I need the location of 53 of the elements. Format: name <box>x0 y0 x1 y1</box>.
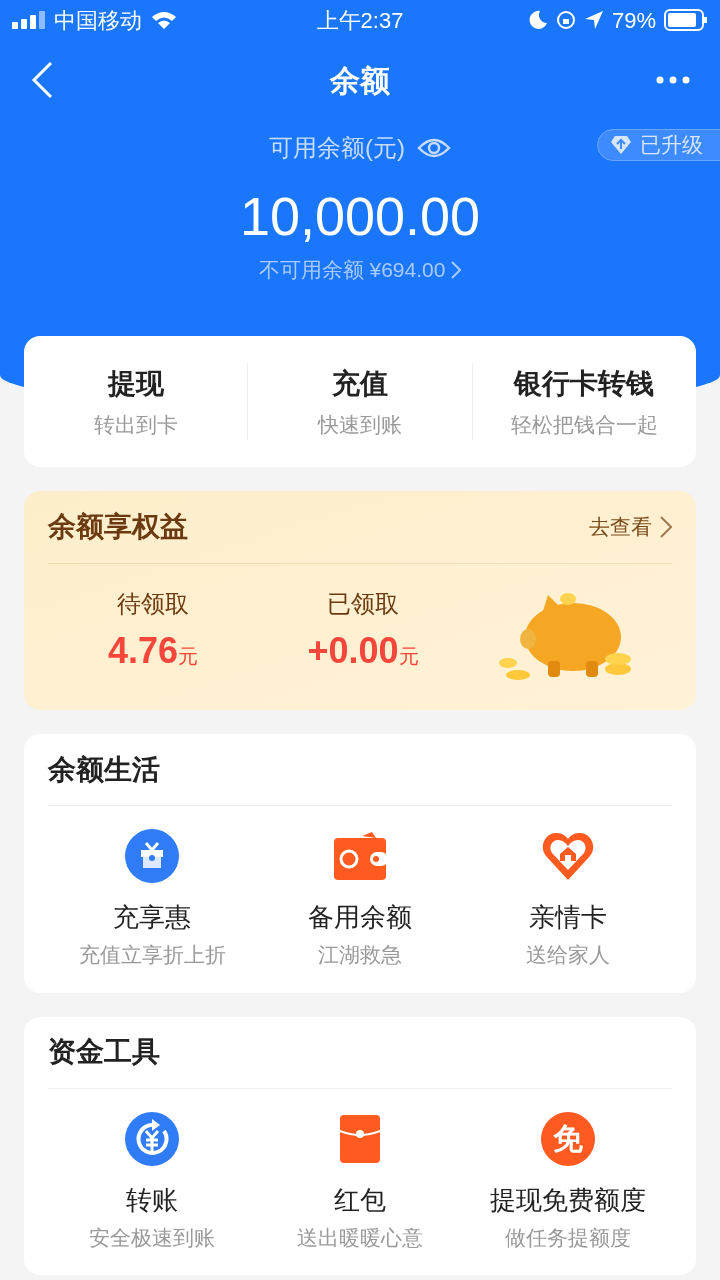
gift-icon <box>124 828 180 884</box>
service-subtitle: 江湖救急 <box>318 942 402 968</box>
section-title: 余额生活 <box>48 752 160 787</box>
service-title[interactable]: 转账 <box>126 1180 178 1220</box>
chevron-right-icon <box>660 516 672 538</box>
status-time: 上午2:37 <box>316 6 404 35</box>
action-title[interactable]: 提现 <box>107 362 164 405</box>
stat-label: 已领取 <box>327 589 399 619</box>
more-icon[interactable] <box>656 76 690 84</box>
rotation-lock-icon <box>555 10 576 30</box>
action-title[interactable]: 充值 <box>332 362 388 405</box>
stat-unit: 元 <box>178 644 199 669</box>
back-icon[interactable] <box>30 61 54 99</box>
carrier-name: 中国移动 <box>54 6 142 35</box>
action-subtitle: 转出到卡 <box>93 411 178 438</box>
view-link[interactable]: 去查看 <box>589 511 652 543</box>
moon-icon <box>527 10 548 30</box>
diamond-icon <box>610 135 632 155</box>
action-subtitle: 轻松把钱合一起 <box>510 411 658 438</box>
battery-percent: 79% <box>611 6 656 35</box>
service-title[interactable]: 亲情卡 <box>529 898 607 937</box>
page-title: 余额 <box>330 62 390 99</box>
service-subtitle: 安全极速到账 <box>89 1224 215 1251</box>
service-subtitle: 送给家人 <box>526 942 610 968</box>
battery-icon <box>664 9 708 31</box>
free-badge-icon: 免 <box>541 1111 595 1166</box>
service-subtitle: 送出暖暖心意 <box>297 1224 423 1251</box>
balance-amount: 10,000.00 <box>238 185 482 248</box>
wallet-icon <box>332 830 388 882</box>
service-title[interactable]: 备用余额 <box>308 898 412 937</box>
service-title[interactable]: 充享惠 <box>113 898 191 937</box>
stat-value: 4.76 <box>107 629 179 673</box>
envelope-icon <box>338 1112 382 1165</box>
action-subtitle: 快速到账 <box>318 411 402 438</box>
stat-value: +0.00 <box>307 629 399 673</box>
chevron-right-icon <box>451 260 462 279</box>
service-subtitle: 充值立享折上折 <box>78 942 226 968</box>
available-balance-label: 可用余额(元) <box>269 133 405 163</box>
signal-icon <box>12 11 46 29</box>
wifi-icon <box>150 10 178 30</box>
eye-icon[interactable] <box>417 136 451 160</box>
service-subtitle: 做任务提额度 <box>505 1224 631 1251</box>
heart-icon <box>540 830 596 882</box>
location-arrow-icon <box>583 10 604 30</box>
service-title[interactable]: 红包 <box>334 1180 386 1220</box>
upgraded-text: 已升级 <box>640 132 703 159</box>
benefits-title: 余额享权益 <box>48 510 188 544</box>
section-title: 资金工具 <box>48 1035 160 1069</box>
action-title[interactable]: 银行卡转钱 <box>514 362 655 405</box>
stat-unit: 元 <box>398 644 419 669</box>
yuan-transfer-icon <box>124 1110 180 1167</box>
stat-label: 待领取 <box>117 589 189 619</box>
service-title[interactable]: 提现免费额度 <box>490 1180 646 1220</box>
